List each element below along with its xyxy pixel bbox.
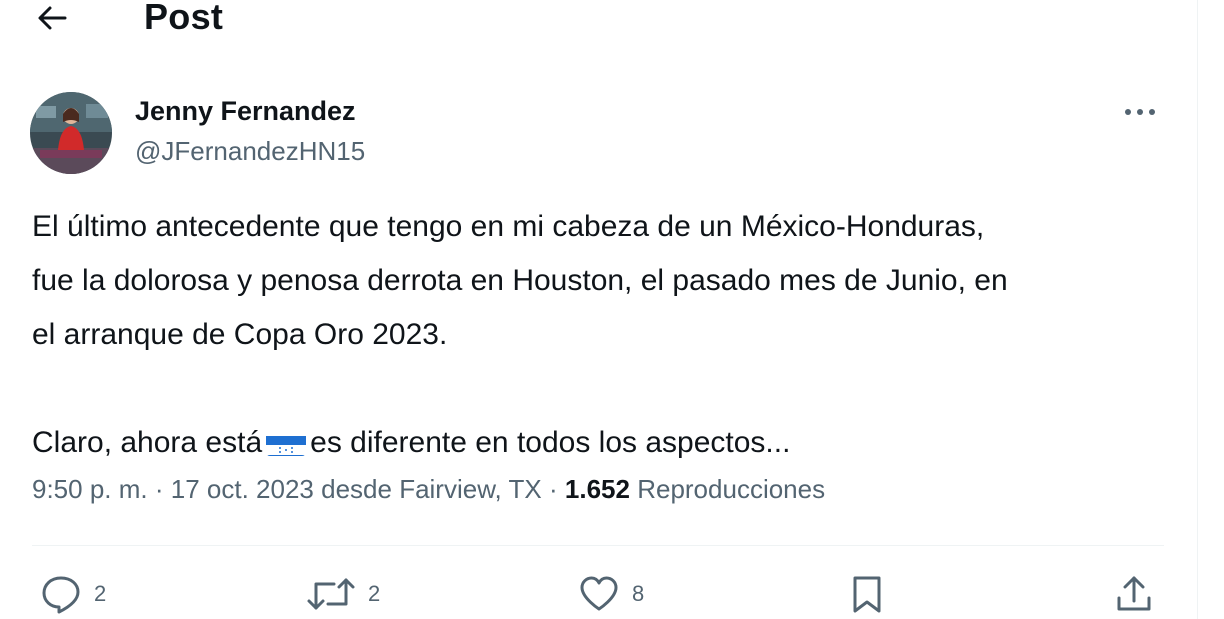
back-button[interactable] [30,0,74,36]
tweet-line: fue la dolorosa y penosa derrota en Hous… [32,264,1008,297]
repost-button[interactable]: 2 [306,570,380,618]
meta-separator: · [154,474,164,504]
tweet-line: Claro, ahora está es diferente en todos l… [32,416,1182,470]
bookmark-button[interactable] [850,570,884,618]
bookmark-icon [853,576,881,613]
tweet-text-segment: Claro, ahora está [32,426,263,459]
like-button[interactable]: 8 [578,570,644,618]
like-count: 8 [632,581,645,606]
tweet-meta: 9:50 p. m. · 17 oct. 2023 desde Fairview… [32,474,825,505]
tweet-line: El último antecedente que tengo en mi ca… [32,210,985,243]
arrow-left-icon [38,6,67,30]
reply-icon [42,576,80,614]
column-border [1197,0,1198,619]
share-button[interactable] [1115,570,1153,618]
divider [32,545,1164,546]
meta-separator: · [548,474,558,504]
more-options-button[interactable] [1118,96,1162,128]
tweet-source: desde Fairview, TX [321,474,542,504]
page-header: Post [0,0,1197,50]
avatar[interactable] [30,92,112,174]
more-horizontal-icon [1125,109,1155,115]
views-label: Reproducciones [637,474,826,504]
share-icon [1117,576,1151,611]
views-count: 1.652 [564,474,630,504]
tweet-text: El último antecedente que tengo en mi ca… [32,200,1182,470]
author-name[interactable]: Jenny Fernandez [135,96,356,127]
repost-count: 2 [368,581,381,606]
heart-icon [580,576,618,611]
page-title: Post [144,0,224,37]
repost-icon [307,578,355,610]
tweet-time[interactable]: 9:50 p. m. [32,474,148,504]
tweet-line: el arranque de Copa Oro 2023. [32,318,448,351]
avatar-photo [30,92,112,174]
author-handle[interactable]: @JFernandezHN15 [135,136,365,167]
reply-button[interactable]: 2 [40,570,106,618]
tweet-text-segment: es diferente en todos los aspectos... [310,426,791,459]
tweet-date[interactable]: 17 oct. 2023 [171,474,314,504]
reply-count: 2 [94,581,107,606]
honduras-flag-emoji [266,428,307,456]
